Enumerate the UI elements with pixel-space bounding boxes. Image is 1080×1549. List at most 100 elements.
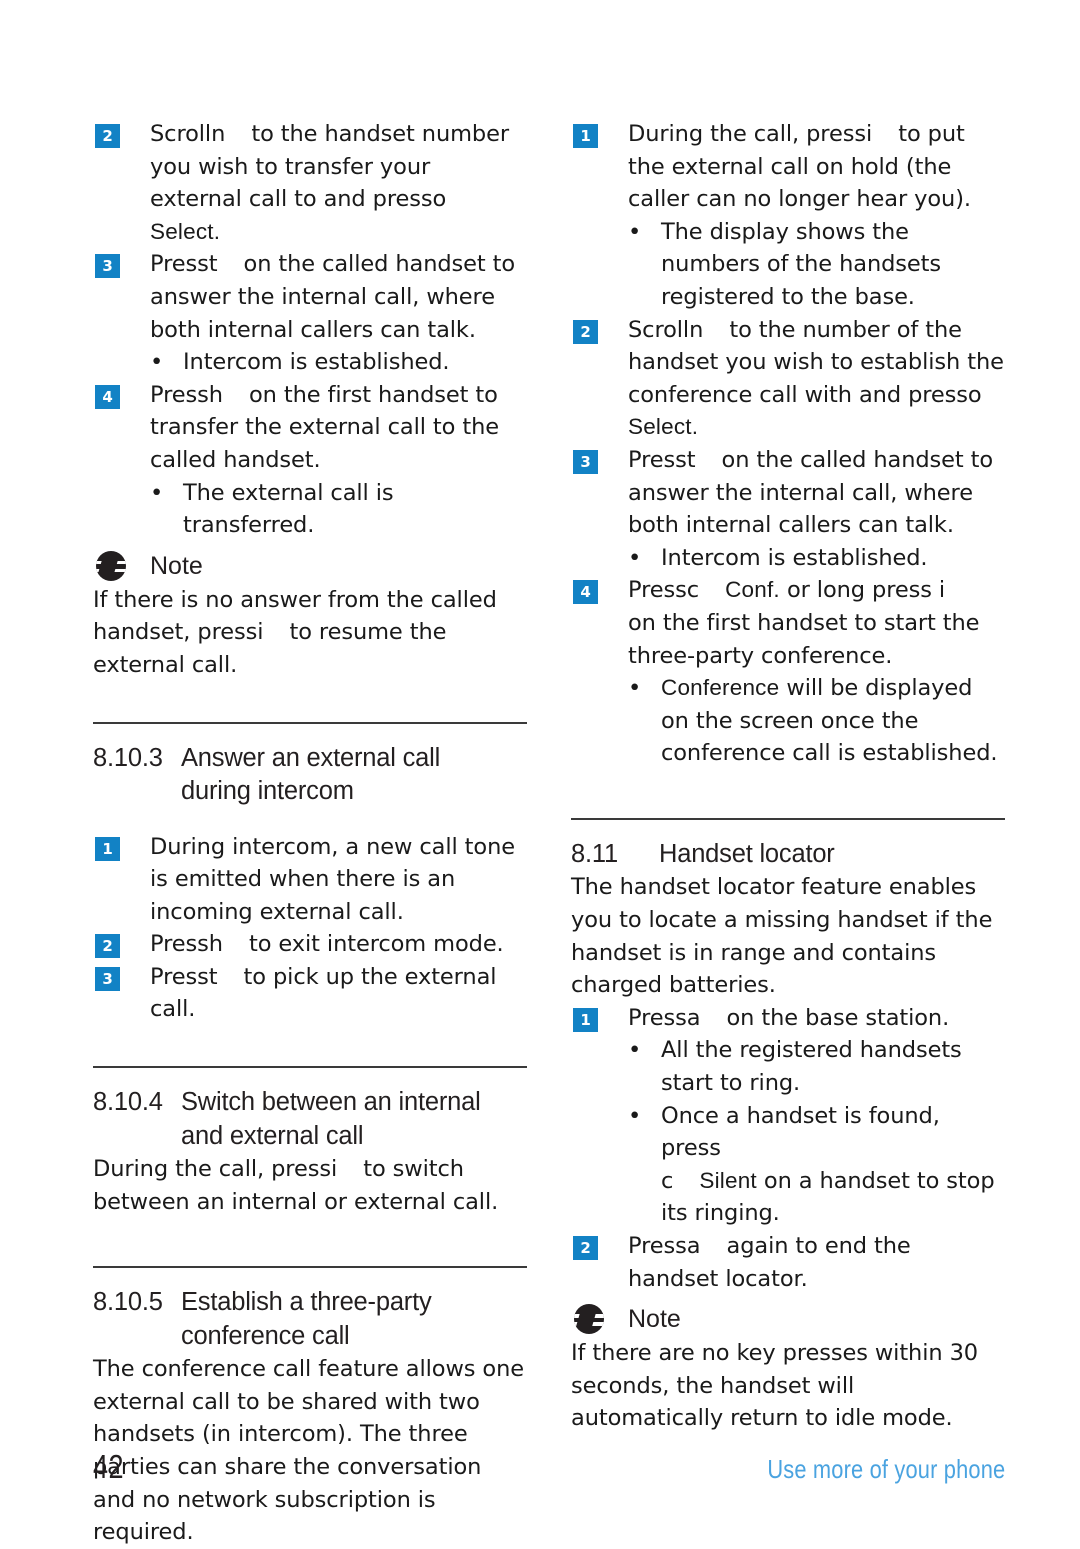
key-glyph: c bbox=[661, 1167, 674, 1194]
section-title: Establish a three-party bbox=[181, 1288, 432, 1317]
key-glyph: a bbox=[686, 1004, 701, 1031]
softkey-label: Select bbox=[628, 414, 692, 440]
note-label: Note bbox=[150, 551, 203, 580]
section-number: 8.11 bbox=[571, 839, 618, 868]
step-text-before: Press bbox=[150, 381, 209, 408]
step-item: 3 Presst to pick up the external call. bbox=[93, 961, 527, 1026]
step-badge: 2 bbox=[95, 124, 120, 148]
step-text-middle: or long press bbox=[786, 577, 932, 604]
section-number: 8.10.3 bbox=[93, 743, 163, 772]
page-number: 42 bbox=[93, 1448, 124, 1485]
manual-page: 2 Scrolln to the handset number you wish … bbox=[0, 0, 1080, 1545]
step-text-before: Press bbox=[150, 931, 209, 958]
page-footer: 42 Use more of your phone bbox=[93, 1448, 1005, 1486]
section-body-8-11: The handset locator feature enables you … bbox=[571, 874, 993, 999]
bullet-item: • All the registered handsets start to ri… bbox=[571, 1034, 1005, 1099]
two-column-body: 2 Scrolln to the handset number you wish … bbox=[93, 118, 1005, 1549]
step-text-end: . bbox=[213, 218, 221, 244]
key-glyph: h bbox=[208, 931, 223, 958]
bullet-item: • Intercom is established. bbox=[571, 542, 1005, 575]
key-glyph: i bbox=[330, 1156, 338, 1183]
section-title-cont: conference call bbox=[181, 1321, 350, 1350]
section-title-cont: and external call bbox=[181, 1121, 364, 1150]
step-badge: 2 bbox=[95, 934, 120, 959]
body-text-before: During the call, press bbox=[93, 1156, 331, 1183]
softkey-label: Conference bbox=[661, 675, 780, 701]
softkey-label: Silent bbox=[699, 1167, 757, 1193]
step-item: 4 Pressc Conf. or long press i on the firs… bbox=[571, 574, 1005, 672]
bullet-text: Intercom is established. bbox=[661, 544, 928, 571]
section-title: Answer an external call bbox=[181, 743, 441, 772]
bullet-dot: • bbox=[628, 675, 642, 702]
key-glyph: n bbox=[689, 316, 704, 343]
step-text-before: Scroll bbox=[150, 121, 212, 147]
right-column: 1 During the call, pressi to put the exte… bbox=[571, 118, 1005, 1549]
bullet-dot: • bbox=[150, 479, 164, 506]
bullet-dot: • bbox=[150, 349, 164, 376]
bullet-dot: • bbox=[628, 544, 642, 571]
bullet-dot: • bbox=[628, 1037, 642, 1064]
bullet-dot: • bbox=[628, 218, 642, 245]
bullet-item: • The external call is transferred. bbox=[93, 477, 527, 542]
step-text-before: During the call, press bbox=[628, 121, 866, 147]
step-badge: 1 bbox=[95, 836, 120, 861]
step-badge: 2 bbox=[573, 319, 598, 344]
note-header: Note bbox=[571, 1303, 1005, 1337]
bullet-text-before: Once a handset is found, press bbox=[661, 1102, 940, 1162]
section-heading-8-10-5: 8.10.5 Establish a three-party conference… bbox=[93, 1286, 527, 1353]
section-title-cont: during intercom bbox=[181, 777, 354, 805]
step-item: 1 During intercom, a new call tone is em… bbox=[93, 831, 527, 929]
step-badge: 3 bbox=[573, 449, 598, 474]
key-glyph: i bbox=[257, 619, 264, 646]
bullet-text: Intercom is established. bbox=[183, 349, 450, 376]
step-item: 1 During the call, pressi to put the exte… bbox=[571, 118, 1005, 216]
bullet-text: The display shows the numbers of the han… bbox=[661, 218, 942, 310]
step-text-before: Press bbox=[150, 251, 209, 278]
step-text: During intercom, a new call tone is emit… bbox=[150, 833, 515, 925]
key-glyph: i bbox=[865, 121, 873, 147]
bullet-item: • Intercom is established. bbox=[93, 346, 527, 379]
key-glyph: c bbox=[686, 577, 700, 604]
bullet-item: • Once a handset is found, press c Silent o… bbox=[571, 1100, 1005, 1230]
step-text-after: to exit intercom mode. bbox=[248, 931, 504, 958]
softkey-label: Conf. bbox=[725, 577, 780, 603]
section-title: Handset locator bbox=[659, 839, 835, 868]
footer-section-label: Use more of your phone bbox=[766, 1454, 1005, 1484]
section-heading-8-11: 8.11 Handset locator bbox=[571, 838, 1005, 872]
softkey-label: Select bbox=[150, 218, 214, 244]
step-text-before: Press bbox=[628, 1232, 687, 1259]
step-item: 2 Pressa again to end the handset locator… bbox=[571, 1230, 1005, 1295]
bullet-text: All the registered handsets start to rin… bbox=[661, 1037, 962, 1096]
note-body: If there are no key presses within 30 se… bbox=[571, 1340, 979, 1432]
section-body-8-10-4: During the call, pressi to switch between… bbox=[93, 1153, 527, 1218]
note-label: Note bbox=[628, 1305, 681, 1334]
step-badge: 2 bbox=[573, 1235, 598, 1260]
bullet-item: • Conference will be displayed on the scr… bbox=[571, 672, 1005, 770]
note-icon bbox=[96, 550, 126, 581]
step-text-end: . bbox=[691, 414, 699, 440]
step-badge: 1 bbox=[573, 1007, 598, 1032]
step-item: 2 Scrolln to the number of the handset yo… bbox=[571, 314, 1005, 444]
step-item: 2 Scrolln to the handset number you wish … bbox=[93, 118, 527, 248]
step-badge: 3 bbox=[95, 254, 120, 279]
note-icon bbox=[574, 1304, 604, 1335]
section-title: Switch between an internal bbox=[181, 1088, 481, 1117]
section-number: 8.10.4 bbox=[93, 1088, 163, 1117]
step-badge: 1 bbox=[573, 124, 598, 148]
bullet-text: The external call is transferred. bbox=[183, 479, 394, 539]
section-number: 8.10.5 bbox=[93, 1288, 163, 1317]
section-heading-8-10-3: 8.10.3 Answer an external call during int… bbox=[93, 742, 527, 809]
key-glyph: t bbox=[208, 251, 218, 278]
step-text-before: Press bbox=[150, 963, 209, 990]
step-text-before: Press bbox=[628, 577, 687, 604]
key-glyph: i bbox=[938, 577, 946, 604]
key-glyph: a bbox=[686, 1232, 701, 1259]
step-text-after: on the first handset to start the three-… bbox=[628, 609, 980, 669]
step-text-before: Scroll bbox=[628, 316, 690, 343]
step-item: 3 Presst on the called handset to answer … bbox=[93, 248, 527, 346]
key-glyph: o bbox=[432, 186, 447, 213]
step-badge: 3 bbox=[95, 966, 120, 991]
bullet-dot: • bbox=[628, 1102, 642, 1129]
key-glyph: t bbox=[686, 446, 696, 473]
step-badge: 4 bbox=[95, 384, 120, 409]
